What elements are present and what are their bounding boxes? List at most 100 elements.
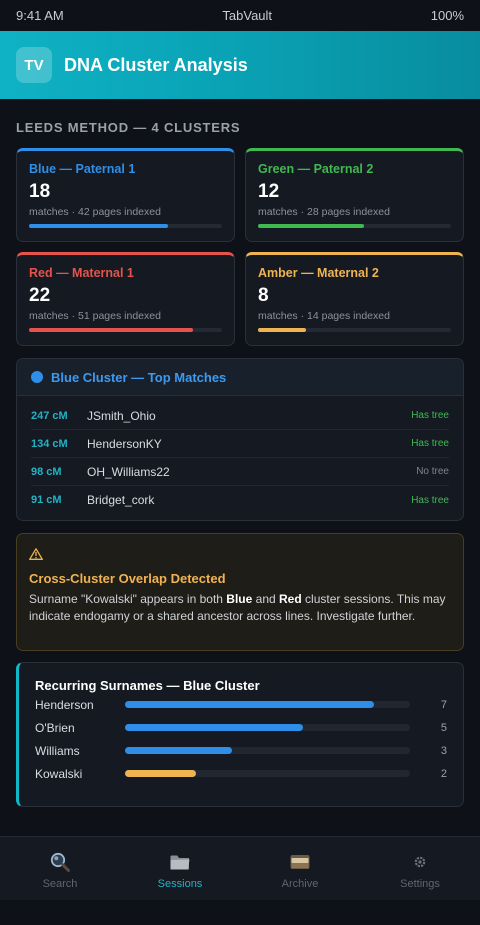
app-header: TV DNA Cluster Analysis [0,31,480,99]
match-name: HendersonKY [87,436,162,451]
page-title: DNA Cluster Analysis [64,54,248,75]
cluster-meta-prefix: matches [258,310,298,322]
bottom-nav: Search Sessions Archive Settings [0,836,480,900]
folder-icon [169,851,191,873]
cluster-meta-pages: 28 pages indexed [307,206,390,218]
match-cm: 98 cM [31,465,62,478]
cluster-count: 12 [258,181,280,202]
cluster-progress-fill [258,224,365,228]
match-row[interactable]: 91 cM Bridget_cork Has tree [31,486,449,514]
cluster-progress-track [258,328,451,332]
cluster-name: Amber — Maternal 2 [258,266,379,280]
main-content: LEEDS METHOD — 4 CLUSTERS Blue — Paterna… [0,120,480,807]
match-cm: 91 cM [31,494,62,506]
alert-bold-blue: Blue [226,592,253,606]
cluster-progress-fill [258,328,307,332]
cluster-progress-track [29,224,222,228]
surname-bar-fill [125,724,304,731]
nav-sessions[interactable]: Sessions [120,837,240,900]
nav-label: Sessions [157,878,203,890]
surname-bar-fill [125,701,375,708]
cluster-count: 22 [29,285,51,306]
overlap-alert: Cross-Cluster Overlap Detected Surname "… [16,533,464,651]
top-matches-header: Blue Cluster — Top Matches [17,359,463,396]
cluster-card-amber[interactable]: Amber — Maternal 2 8 matches · 14 pages … [245,252,464,346]
surname-bar-track [125,770,410,777]
surname-row: Henderson 7 [35,693,447,716]
match-row[interactable]: 247 cM JSmith_Ohio Has tree [31,402,449,430]
cluster-meta: matches · 28 pages indexed [258,206,390,218]
surnames-title: Recurring Surnames — Blue Cluster [35,678,260,693]
surname-label: O'Brien [35,720,75,735]
cluster-count: 8 [258,285,269,306]
nav-label: Archive [281,878,319,890]
cluster-meta-pages: 14 pages indexed [307,310,390,322]
home-indicator-area [0,900,480,925]
surname-bar-track [125,701,410,708]
cluster-progress-track [258,224,451,228]
cluster-dot-icon [31,371,43,383]
match-tree-status: Has tree [411,438,449,449]
match-tree-status: Has tree [411,410,449,421]
alert-text-part: Surname "Kowalski" appears in both [29,592,227,606]
cluster-meta-prefix: matches [29,206,69,218]
match-cm: 134 cM [31,437,68,450]
surname-row: Kowalski 2 [35,762,447,785]
status-battery: 100% [430,8,464,23]
nav-search[interactable]: Search [0,837,120,900]
cluster-meta-pages: 51 pages indexed [78,310,161,322]
match-list: 247 cM JSmith_Ohio Has tree 134 cM Hende… [17,396,463,520]
section-label: LEEDS METHOD — 4 CLUSTERS [16,120,241,135]
match-name: JSmith_Ohio [87,408,156,423]
cluster-meta-prefix: matches [29,310,69,322]
cluster-meta: matches · 51 pages indexed [29,310,161,322]
cluster-card-green[interactable]: Green — Paternal 2 12 matches · 28 pages… [245,148,464,242]
cluster-meta-prefix: matches [258,206,298,218]
match-cm: 247 cM [31,409,68,422]
nav-settings[interactable]: Settings [360,837,480,900]
cluster-progress-fill [29,328,194,332]
surname-label: Williams [35,743,80,758]
nav-archive[interactable]: Archive [240,837,360,900]
cluster-count: 18 [29,181,51,202]
app-logo: TV [16,47,52,83]
surname-count: 7 [440,698,447,711]
surname-row: O'Brien 5 [35,716,447,739]
surname-bar-fill [125,747,232,754]
cluster-card-blue[interactable]: Blue — Paternal 1 18 matches · 42 pages … [16,148,235,242]
surname-count: 5 [440,721,447,734]
surname-count: 2 [440,767,447,780]
archive-box-icon [289,851,311,873]
match-name: Bridget_cork [87,493,155,507]
surname-label: Henderson [35,697,94,712]
match-row[interactable]: 98 cM OH_Williams22 No tree [31,458,449,486]
cluster-meta: matches · 14 pages indexed [258,310,390,322]
cluster-card-red[interactable]: Red — Maternal 1 22 matches · 51 pages i… [16,252,235,346]
top-matches-title: Blue Cluster — Top Matches [51,369,227,385]
cluster-meta-pages: 42 pages indexed [78,206,161,218]
cluster-name: Blue — Paternal 1 [29,162,136,176]
cluster-progress-fill [29,224,168,228]
surname-bar-track [125,747,410,754]
match-tree-status: No tree [416,466,449,477]
status-time: 9:41 AM [16,8,64,23]
nav-label: Settings [400,878,440,890]
cluster-name: Red — Maternal 1 [29,266,134,280]
alert-message: Surname "Kowalski" appears in both Blue … [29,591,451,625]
top-matches-panel: Blue Cluster — Top Matches 247 cM JSmith… [16,358,464,521]
cluster-progress-track [29,328,222,332]
nav-label: Search [42,878,78,890]
status-bar: 9:41 AM TabVault 100% [0,0,480,31]
cluster-meta: matches · 42 pages indexed [29,206,161,218]
surname-row: Williams 3 [35,739,447,762]
match-name: OH_Williams22 [87,464,170,479]
warning-icon [29,548,43,560]
gear-icon [413,851,427,873]
surname-label: Kowalski [35,766,83,781]
alert-title: Cross-Cluster Overlap Detected [29,571,226,586]
surname-bar-track [125,724,410,731]
match-row[interactable]: 134 cM HendersonKY Has tree [31,430,449,458]
match-tree-status: Has tree [411,494,449,506]
alert-text-part: and [252,592,280,606]
cluster-name: Green — Paternal 2 [258,162,374,176]
